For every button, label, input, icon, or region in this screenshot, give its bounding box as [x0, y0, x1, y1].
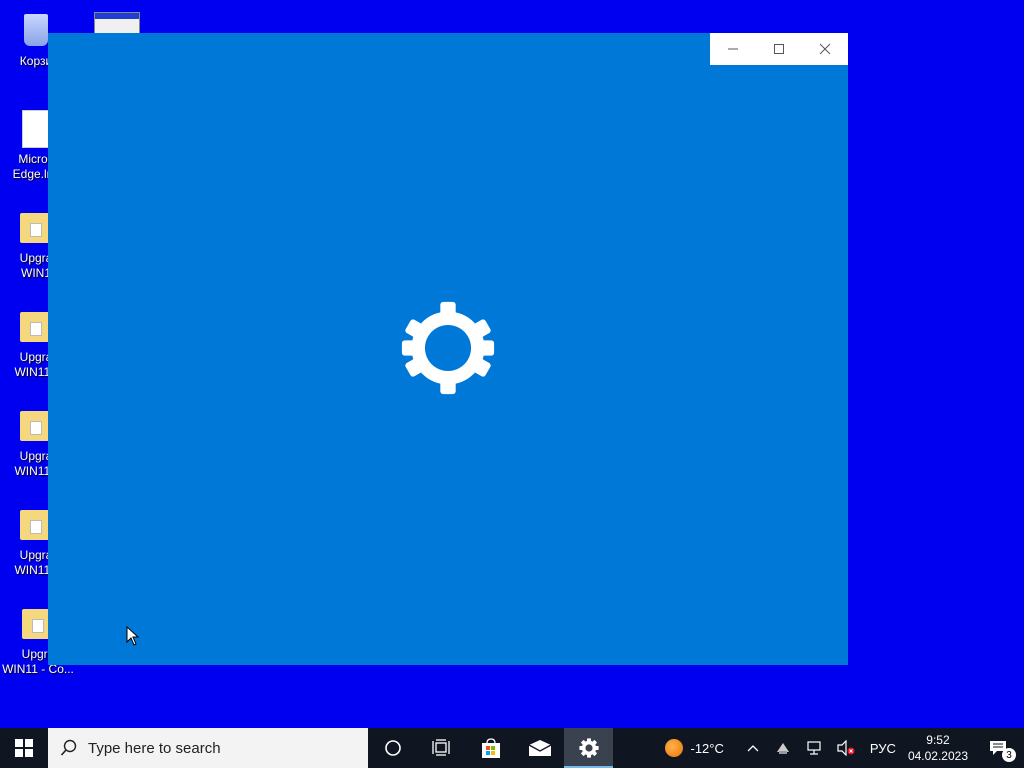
start-button[interactable]: [0, 728, 48, 768]
weather-widget[interactable]: -12°C: [661, 728, 738, 768]
tray-app-icon: [776, 743, 789, 754]
close-icon: [819, 43, 831, 55]
close-button[interactable]: [802, 33, 848, 65]
tray-app-button[interactable]: [768, 728, 798, 768]
settings-icon: [578, 738, 599, 758]
task-view-icon: [431, 739, 450, 756]
clock[interactable]: 9:52 04.02.2023: [904, 728, 972, 768]
store-button[interactable]: [466, 728, 515, 768]
cortana-button[interactable]: [368, 728, 417, 768]
show-hidden-icons-button[interactable]: [738, 728, 768, 768]
network-icon: [807, 741, 821, 755]
maximize-button[interactable]: [756, 33, 802, 65]
taskbar: Type here to search -12°C РУС 9:52 04.02…: [0, 728, 1024, 768]
action-center-button[interactable]: 3: [972, 728, 1024, 768]
minimize-icon: [728, 48, 738, 50]
windows-logo-icon: [15, 739, 33, 757]
taskbar-search-box[interactable]: Type here to search: [48, 728, 368, 768]
system-tray: -12°C РУС 9:52 04.02.2023 3: [661, 728, 1024, 768]
clock-time: 9:52: [926, 733, 950, 747]
gear-icon: [401, 301, 495, 395]
minimize-button[interactable]: [710, 33, 756, 65]
language-label: РУС: [869, 740, 896, 756]
network-button[interactable]: [798, 728, 830, 768]
cortana-icon: [384, 740, 401, 756]
search-icon: [60, 739, 77, 756]
clock-date: 04.02.2023: [907, 749, 968, 763]
window-title-controls: [710, 33, 848, 65]
mouse-pointer-icon: [126, 626, 140, 646]
search-placeholder: Type here to search: [88, 739, 221, 757]
task-view-button[interactable]: [417, 728, 466, 768]
desktop: Корзи Micros Edge.lnk Upgra WIN1 Upgra W…: [0, 0, 1024, 728]
volume-button[interactable]: [830, 728, 862, 768]
store-icon: [481, 738, 500, 758]
window-app-desktop-icon[interactable]: [92, 8, 140, 44]
language-indicator[interactable]: РУС: [862, 728, 904, 768]
weather-sun-icon: [664, 739, 683, 757]
notification-count-badge: 3: [1002, 748, 1016, 762]
maximize-icon: [774, 44, 784, 54]
weather-temperature: -12°C: [690, 740, 724, 756]
settings-taskbar-button[interactable]: [564, 728, 613, 768]
volume-muted-icon: [837, 740, 855, 756]
mail-button[interactable]: [515, 728, 564, 768]
settings-app-window[interactable]: [48, 33, 848, 665]
chevron-up-icon: [747, 745, 759, 752]
mail-icon: [528, 740, 551, 756]
